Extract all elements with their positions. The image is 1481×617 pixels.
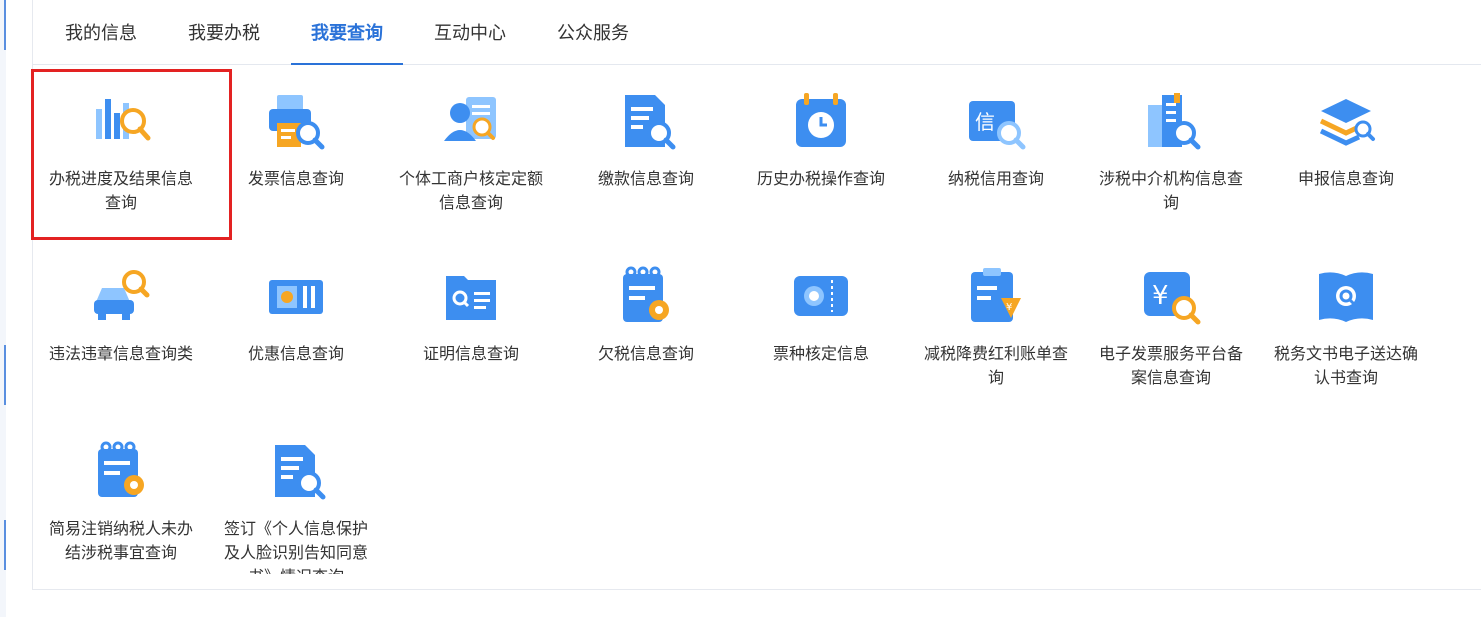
service-item-label: 证明信息查询 (422, 344, 519, 363)
tab-tax-handling[interactable]: 我要办税 (188, 0, 260, 64)
service-grid: 办税进度及结果信息查询 发票信息查询 个体工商户核定定额信息查询 缴款信息查询 … (33, 64, 1481, 589)
ticket-type-icon (794, 276, 848, 316)
person-card-search-icon (444, 97, 496, 141)
notepad-search-icon (623, 266, 669, 322)
service-item[interactable]: 信 纳税信用查询 (921, 89, 1071, 191)
query-panel: 我的信息 我要办税 我要查询 互动中心 公众服务 办税进度及结果信息查询 发票信… (32, 0, 1481, 590)
service-item[interactable]: ¥ 减税降费红利账单查询 (921, 264, 1071, 390)
service-item-label: 简易注销纳税人未办结涉税事宜查询 (48, 519, 193, 562)
document-search-icon (625, 95, 676, 150)
service-item-label: 税务文书电子送达确认书查询 (1273, 344, 1418, 387)
svg-text:¥: ¥ (1152, 281, 1169, 311)
tab-my-info[interactable]: 我的信息 (65, 0, 137, 64)
left-edge-segment (4, 520, 6, 570)
service-item[interactable]: 缴款信息查询 (571, 89, 721, 191)
service-item-label: 违法违章信息查询类 (48, 344, 193, 363)
clipboard-yen-icon: ¥ (971, 268, 1021, 322)
service-item-label: 历史办税操作查询 (756, 169, 885, 188)
service-item[interactable]: 简易注销纳税人未办结涉税事宜查询 (46, 439, 196, 565)
certificate-search-icon (446, 276, 496, 320)
svg-text:信: 信 (975, 110, 995, 134)
building-search-icon (1148, 93, 1201, 150)
tab-query[interactable]: 我要查询 (291, 0, 403, 65)
service-item[interactable]: 个体工商户核定定额信息查询 (396, 89, 546, 215)
service-item-label: 电子发票服务平台备案信息查询 (1098, 344, 1243, 387)
tab-bar: 我的信息 我要办税 我要查询 互动中心 公众服务 (33, 0, 1481, 65)
car-search-icon (94, 270, 150, 320)
tab-public-service[interactable]: 公众服务 (557, 0, 629, 64)
notepad-search-icon (98, 441, 144, 497)
ticket-discount-icon (269, 280, 323, 314)
tab-interaction-center[interactable]: 互动中心 (434, 0, 506, 64)
yen-search-icon: ¥ (1144, 272, 1201, 325)
service-item-label: 缴款信息查询 (597, 169, 694, 188)
service-item[interactable]: 票种核定信息 (746, 264, 896, 366)
service-item[interactable]: 欠税信息查询 (571, 264, 721, 366)
calendar-history-icon (796, 93, 846, 147)
layers-search-icon (1319, 99, 1375, 146)
service-item[interactable]: 优惠信息查询 (221, 264, 371, 366)
left-edge-segment (4, 0, 6, 50)
service-item[interactable]: 历史办税操作查询 (746, 89, 896, 191)
service-item[interactable]: 税务文书电子送达确认书查询 (1271, 264, 1421, 390)
service-item-label: 票种核定信息 (772, 344, 869, 363)
service-item-label: 申报信息查询 (1297, 169, 1394, 188)
service-item[interactable]: 涉税中介机构信息查询 (1096, 89, 1246, 215)
service-item[interactable]: 申报信息查询 (1271, 89, 1421, 191)
service-item[interactable]: 证明信息查询 (396, 264, 546, 366)
service-item-label: 签订《个人信息保护及人脸识别告知同意书》情况查询 (223, 519, 368, 574)
service-item[interactable]: 违法违章信息查询类 (46, 264, 196, 366)
document-search-icon (275, 445, 326, 500)
left-edge-bar (0, 0, 6, 617)
service-item[interactable]: ¥ 电子发票服务平台备案信息查询 (1096, 264, 1246, 390)
service-item-label: 减税降费红利账单查询 (923, 344, 1068, 387)
service-item[interactable]: 发票信息查询 (221, 89, 371, 191)
highlight-frame (31, 69, 232, 240)
left-edge-segment (4, 345, 6, 405)
printer-search-icon (269, 95, 325, 150)
service-item-label: 欠税信息查询 (597, 344, 694, 363)
service-item-label: 涉税中介机构信息查询 (1098, 169, 1243, 212)
service-item-label: 纳税信用查询 (947, 169, 1044, 188)
service-item[interactable]: 签订《个人信息保护及人脸识别告知同意书》情况查询 (221, 439, 371, 574)
service-item-label: 个体工商户核定定额信息查询 (398, 169, 543, 212)
service-item-label: 发票信息查询 (247, 169, 344, 188)
svg-text:¥: ¥ (1006, 302, 1012, 313)
book-search-icon (1319, 272, 1373, 322)
credit-search-icon: 信 (969, 101, 1026, 150)
service-item-label: 优惠信息查询 (247, 344, 344, 363)
